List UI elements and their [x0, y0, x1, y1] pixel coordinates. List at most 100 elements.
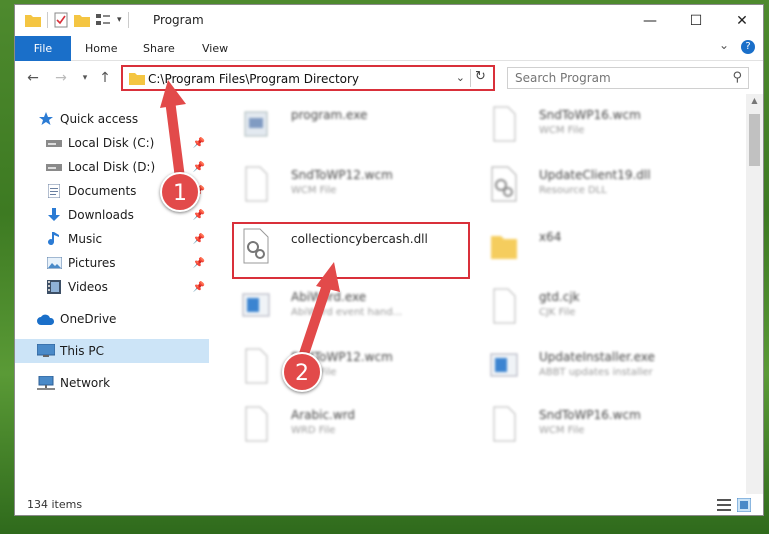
drive-icon	[45, 159, 63, 175]
scrollbar-thumb[interactable]	[749, 114, 760, 166]
back-arrow-icon[interactable]: ←	[25, 70, 41, 86]
file-item[interactable]: SndToWP16.wcm WCM File	[481, 400, 721, 450]
pin-icon[interactable]: 📌	[193, 282, 205, 293]
sidebar-item-label: Pictures	[68, 256, 116, 270]
dll-file-icon	[491, 166, 517, 202]
minimize-button[interactable]: —	[627, 5, 673, 36]
sidebar-item-label: OneDrive	[60, 312, 117, 326]
sidebar-item-local-disk-c[interactable]: Local Disk (C:) 📌	[15, 131, 209, 155]
close-button[interactable]: ✕	[719, 5, 763, 36]
sidebar-item-label: This PC	[60, 344, 104, 358]
pictures-icon	[45, 255, 63, 271]
file-name: gtd.cjk	[539, 290, 580, 304]
tab-view[interactable]: View	[202, 36, 228, 61]
sidebar-item-label: Downloads	[68, 208, 134, 222]
search-icon[interactable]: ⚲	[732, 70, 742, 85]
sidebar-item-onedrive[interactable]: OneDrive	[15, 307, 209, 331]
file-type: AbiWord event hand...	[291, 307, 403, 318]
tab-file[interactable]: File	[15, 36, 71, 61]
details-view-icon[interactable]	[717, 498, 731, 512]
sidebar-item-network[interactable]: Network	[15, 371, 209, 395]
file-type: WCM File	[539, 125, 585, 136]
scroll-up-icon[interactable]: ▲	[746, 96, 763, 105]
cloud-icon	[37, 311, 55, 327]
item-count: 134 items	[27, 498, 83, 511]
sidebar-item-this-pc[interactable]: This PC	[15, 339, 209, 363]
drive-icon	[45, 135, 63, 151]
exe-file-icon	[490, 353, 518, 377]
file-name: UpdateClient19.dll	[539, 168, 651, 182]
file-name: SndToWP12.wcm	[291, 168, 393, 182]
properties-icon[interactable]	[54, 12, 68, 28]
title-bar: ▾ Program — ☐ ✕	[15, 5, 763, 36]
document-file-icon	[245, 406, 268, 442]
document-file-icon	[493, 288, 516, 324]
file-type: WCM File	[291, 185, 337, 196]
documents-icon	[45, 183, 63, 199]
chevron-down-icon[interactable]: ⌄	[456, 71, 465, 84]
vertical-scrollbar[interactable]: ▲	[746, 94, 763, 494]
search-input[interactable]	[508, 68, 708, 88]
search-box[interactable]: ⚲	[507, 67, 749, 89]
file-item[interactable]: UpdateClient19.dll Resource DLL	[481, 160, 721, 210]
quick-access-toolbar: ▾	[25, 11, 135, 29]
network-icon	[37, 375, 55, 391]
computer-icon	[37, 343, 55, 359]
file-item[interactable]: Arabic.wrd WRD File	[233, 400, 473, 450]
tab-share[interactable]: Share	[143, 36, 175, 61]
pin-icon[interactable]: 📌	[193, 234, 205, 245]
sidebar-item-label: Network	[60, 376, 111, 390]
file-item[interactable]: gtd.cjk CJK File	[481, 282, 721, 332]
refresh-icon[interactable]: ↻	[470, 69, 490, 87]
file-list: program.exe SndToWP12.wcm WCM File colle…	[211, 94, 745, 494]
file-name: Arabic.wrd	[291, 408, 356, 422]
file-item[interactable]: UpdateInstaller.exe ABBT updates install…	[481, 342, 721, 392]
pin-icon[interactable]: 📌	[193, 162, 205, 173]
file-item[interactable]: AbiWord.exe AbiWord event hand...	[233, 282, 473, 332]
videos-icon	[45, 279, 63, 295]
folder-icon[interactable]	[25, 13, 41, 27]
file-item[interactable]: SndToWP12.wcm WCM File	[233, 342, 473, 392]
help-icon[interactable]: ?	[741, 40, 755, 54]
pin-icon[interactable]: 📌	[193, 210, 205, 221]
file-item[interactable]: SndToWP16.wcm WCM File	[481, 100, 721, 150]
sidebar-item-pictures[interactable]: Pictures 📌	[15, 251, 209, 275]
pin-icon[interactable]: 📌	[193, 138, 205, 149]
pin-icon[interactable]: 📌	[193, 258, 205, 269]
sidebar-item-music[interactable]: Music 📌	[15, 227, 209, 251]
recent-locations-icon[interactable]: ▾	[77, 70, 93, 86]
sidebar-item-videos[interactable]: Videos 📌	[15, 275, 209, 299]
address-bar[interactable]: C:\Program Files\Program Directory ⌄ ↻	[121, 65, 495, 91]
view-options-icon[interactable]	[96, 13, 114, 27]
toolbar-divider	[47, 12, 48, 28]
sidebar-item-label: Music	[68, 232, 103, 246]
file-name: AbiWord.exe	[291, 290, 367, 304]
large-icons-view-icon[interactable]	[737, 498, 751, 512]
toolbar-divider	[127, 12, 129, 28]
star-icon	[37, 111, 55, 127]
file-type: CJK File	[539, 307, 576, 318]
folder-icon	[491, 236, 517, 259]
downloads-icon	[45, 207, 63, 223]
exe-file-icon	[242, 293, 270, 317]
file-type: ABBT updates installer	[539, 367, 653, 378]
sidebar-item-label: Local Disk (D:)	[68, 160, 156, 174]
forward-arrow-icon[interactable]: →	[53, 70, 69, 86]
file-type: WRD File	[291, 425, 336, 436]
maximize-button[interactable]: ☐	[673, 5, 719, 36]
file-name: SndToWP16.wcm	[539, 408, 641, 422]
sidebar-item-quick-access[interactable]: Quick access	[15, 107, 209, 131]
up-arrow-icon[interactable]: ↑	[97, 70, 113, 86]
file-item[interactable]: program.exe	[233, 100, 473, 150]
address-path[interactable]: C:\Program Files\Program Directory	[148, 72, 359, 86]
file-type: Resource DLL	[539, 185, 607, 196]
new-folder-icon[interactable]	[74, 13, 90, 27]
tab-home[interactable]: Home	[85, 36, 117, 61]
file-item[interactable]: SndToWP12.wcm WCM File	[233, 160, 473, 210]
sidebar-item-label: Quick access	[60, 112, 139, 126]
customize-toolbar-icon[interactable]: ▾	[117, 15, 122, 25]
folder-item[interactable]: x64	[481, 222, 721, 272]
ribbon: File Home Share View ⌄ ?	[15, 36, 763, 61]
target-file-highlight	[232, 222, 470, 279]
expand-ribbon-icon[interactable]: ⌄	[719, 38, 729, 52]
